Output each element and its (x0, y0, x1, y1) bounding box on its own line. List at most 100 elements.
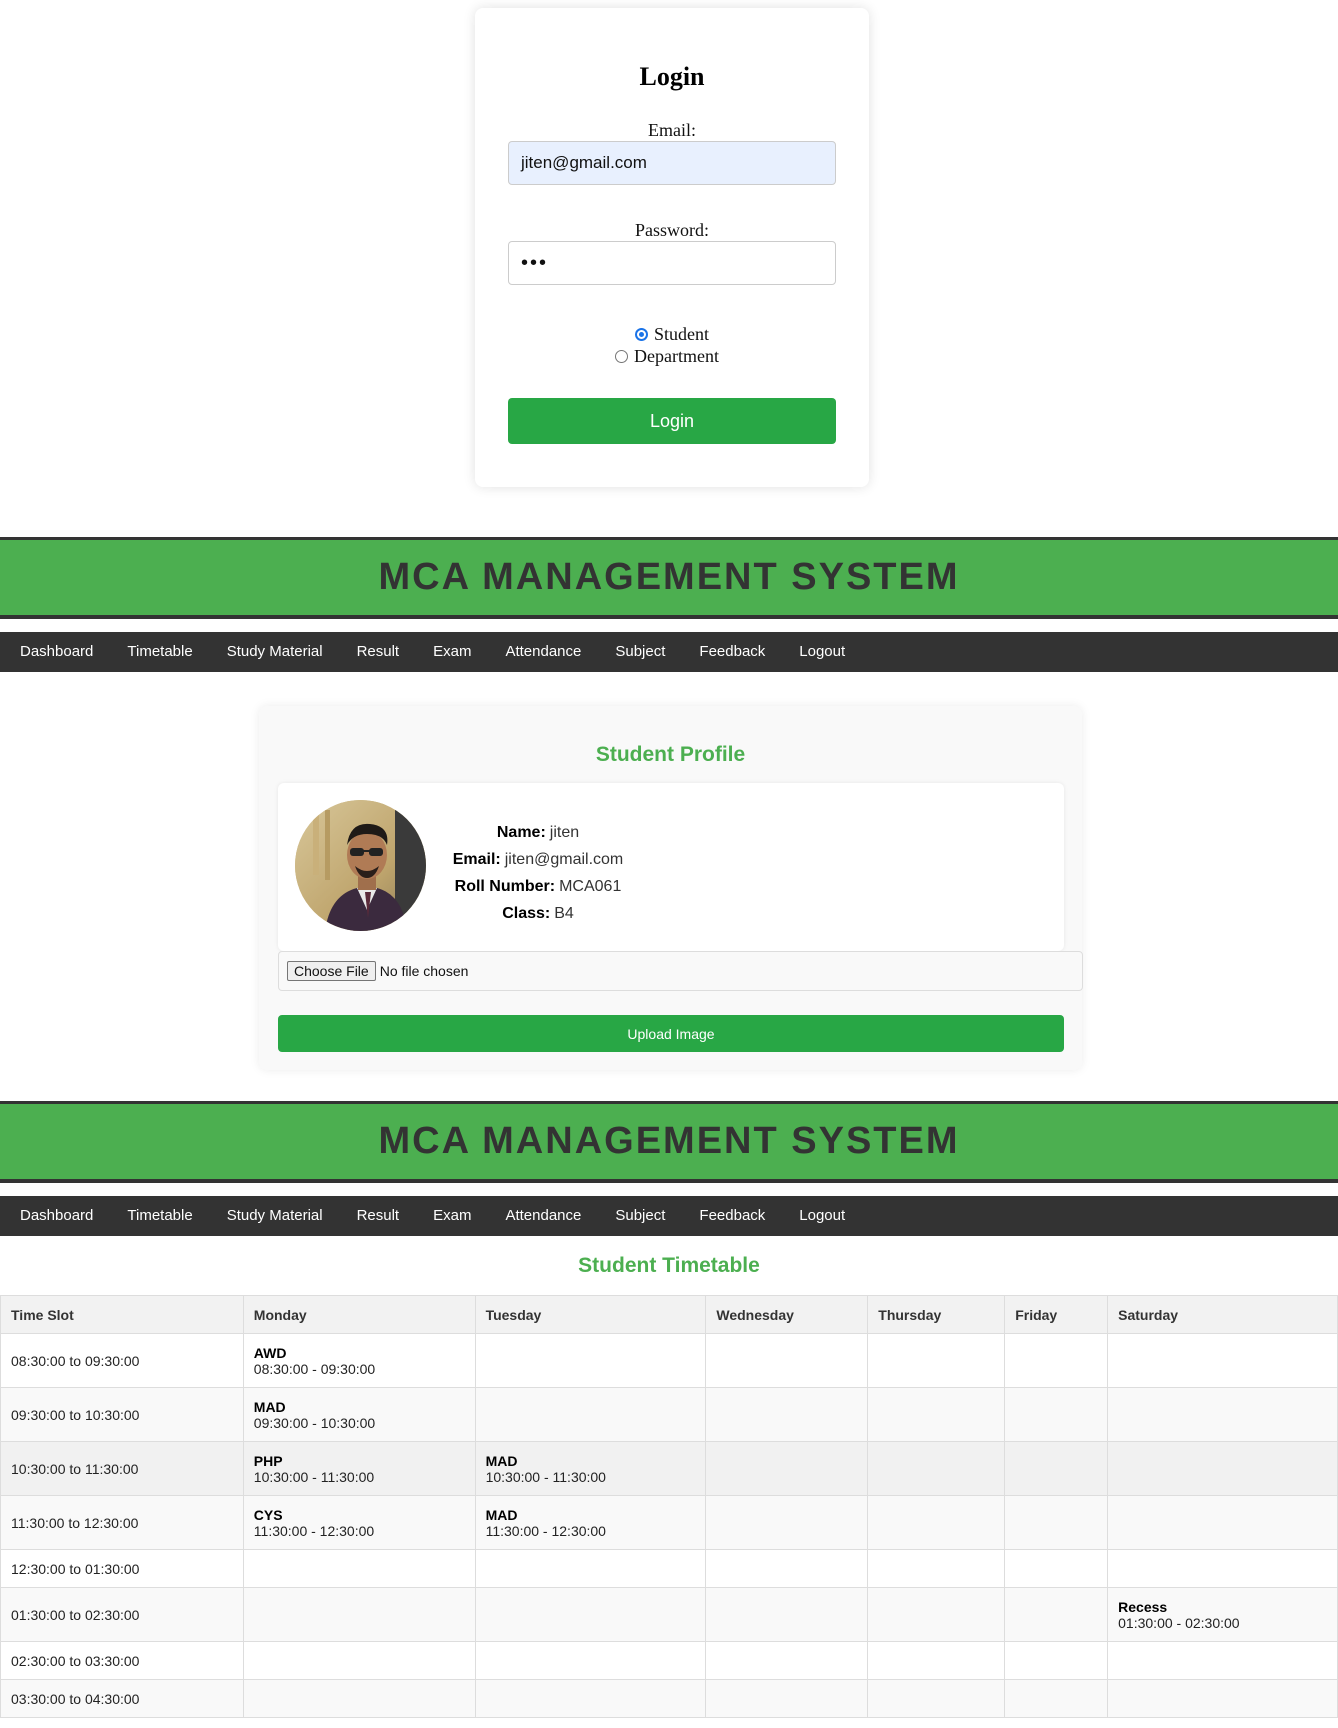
class-label: Class: (502, 905, 551, 922)
upload-image-button[interactable]: Upload Image (278, 1015, 1064, 1052)
nav-attendance[interactable]: Attendance (488, 1196, 598, 1236)
nav-timetable[interactable]: Timetable (110, 632, 209, 672)
time-slot-cell: 03:30:00 to 04:30:00 (0, 1679, 244, 1718)
timetable-cell (867, 1679, 1006, 1718)
timetable-cell (1004, 1441, 1109, 1496)
timetable-cell (242, 1679, 476, 1718)
timetable-cell (867, 1549, 1006, 1588)
timetable: Time Slot Monday Tuesday Wednesday Thurs… (0, 1295, 1338, 1718)
nav-subject[interactable]: Subject (598, 632, 682, 672)
nav-exam[interactable]: Exam (416, 1196, 488, 1236)
column-header: Friday (1004, 1295, 1109, 1334)
timetable-cell: AWD 08:30:00 - 09:30:00 (242, 1333, 476, 1388)
name-value: jiten (549, 824, 580, 841)
subject-name: PHP (253, 1452, 283, 1469)
nav-study-material[interactable]: Study Material (210, 1196, 340, 1236)
nav-timetable[interactable]: Timetable (110, 1196, 209, 1236)
timetable-cell (474, 1333, 707, 1388)
timetable-cell (867, 1387, 1006, 1442)
nav-subject[interactable]: Subject (598, 1196, 682, 1236)
timetable-cell (1004, 1679, 1109, 1718)
file-input[interactable]: Choose File No file chosen (278, 951, 1083, 991)
nav-dashboard[interactable]: Dashboard (3, 632, 110, 672)
timetable-cell: MAD 09:30:00 - 10:30:00 (242, 1387, 476, 1442)
timetable-cell (867, 1333, 1006, 1388)
timetable-cell (1107, 1549, 1338, 1588)
timetable-cell (1004, 1641, 1109, 1680)
timetable-header-row: Time Slot Monday Tuesday Wednesday Thurs… (0, 1295, 1338, 1334)
subject-time: 08:30:00 - 09:30:00 (253, 1360, 376, 1377)
nav-dashboard[interactable]: Dashboard (3, 1196, 110, 1236)
department-radio[interactable] (615, 350, 629, 363)
timetable-cell (1107, 1333, 1338, 1388)
timetable-cell (1107, 1679, 1338, 1718)
role-option-department[interactable]: Department (465, 346, 869, 367)
file-status: No file chosen (379, 963, 469, 979)
profile-card: Student Profile Name: jiten Email: jiten… (259, 706, 1083, 1070)
time-slot-cell: 08:30:00 to 09:30:00 (0, 1333, 244, 1388)
student-radio[interactable] (634, 328, 648, 341)
table-row: 03:30:00 to 04:30:00 (0, 1679, 1338, 1718)
nav-logout[interactable]: Logout (782, 1196, 862, 1236)
roll-label: Roll Number: (454, 878, 556, 895)
timetable-cell (705, 1549, 869, 1588)
timetable-cell: PHP 10:30:00 - 11:30:00 (242, 1441, 476, 1496)
subject-time: 09:30:00 - 10:30:00 (253, 1414, 376, 1431)
subject-time: 01:30:00 - 02:30:00 (1118, 1614, 1240, 1631)
email-field[interactable]: jiten@gmail.com (508, 141, 836, 185)
nav-logout[interactable]: Logout (782, 632, 862, 672)
subject-time: 10:30:00 - 11:30:00 (253, 1468, 375, 1485)
timetable-cell (1107, 1495, 1338, 1550)
nav-study-material[interactable]: Study Material (210, 632, 340, 672)
login-button[interactable]: Login (508, 398, 836, 444)
site-header: MCA MANAGEMENT SYSTEM (0, 537, 1338, 619)
email-label: Email: (648, 120, 696, 140)
timetable-cell (1004, 1587, 1109, 1642)
timetable-cell (867, 1641, 1006, 1680)
timetable-cell (1004, 1549, 1109, 1588)
timetable-cell (474, 1679, 707, 1718)
profile-email-row: Email: jiten@gmail.com (443, 846, 633, 873)
site-title: MCA MANAGEMENT SYSTEM (378, 1120, 960, 1162)
subject-time: 11:30:00 - 12:30:00 (485, 1522, 606, 1539)
department-radio-label: Department (634, 346, 719, 366)
nav-result[interactable]: Result (340, 632, 417, 672)
table-row: 02:30:00 to 03:30:00 (0, 1641, 1338, 1680)
nav-attendance[interactable]: Attendance (488, 632, 598, 672)
column-header: Wednesday (705, 1295, 869, 1334)
profile-name-row: Name: jiten (443, 819, 633, 846)
subject-name: Recess (1118, 1598, 1168, 1615)
timetable-cell (474, 1587, 707, 1642)
password-field[interactable]: ••• (508, 241, 836, 285)
timetable-cell (705, 1679, 869, 1718)
nav-result[interactable]: Result (340, 1196, 417, 1236)
timetable-cell: MAD 10:30:00 - 11:30:00 (474, 1441, 707, 1496)
profile-details: Name: jiten Email: jiten@gmail.com Roll … (443, 819, 633, 927)
timetable-cell (867, 1441, 1006, 1496)
subject-name: CYS (253, 1506, 283, 1523)
navbar: Dashboard Timetable Study Material Resul… (0, 632, 1338, 672)
navbar: Dashboard Timetable Study Material Resul… (0, 1196, 1338, 1236)
timetable-cell: MAD 11:30:00 - 12:30:00 (474, 1495, 707, 1550)
table-row: 11:30:00 to 12:30:00 CYS 11:30:00 - 12:30:… (0, 1495, 1338, 1550)
timetable-cell (1004, 1333, 1109, 1388)
timetable-cell (705, 1587, 869, 1642)
role-option-student[interactable]: Student (475, 324, 869, 345)
time-slot-cell: 02:30:00 to 03:30:00 (0, 1641, 244, 1680)
site-header: MCA MANAGEMENT SYSTEM (0, 1101, 1338, 1183)
timetable-cell (242, 1587, 476, 1642)
profile-title: Student Profile (595, 743, 746, 766)
choose-file-button[interactable]: Choose File (287, 961, 376, 981)
nav-exam[interactable]: Exam (416, 632, 488, 672)
timetable-title: Student Timetable (578, 1254, 760, 1277)
column-header: Saturday (1107, 1295, 1338, 1334)
time-slot-cell: 12:30:00 to 01:30:00 (0, 1549, 244, 1588)
class-value: B4 (554, 905, 574, 922)
nav-feedback[interactable]: Feedback (682, 1196, 782, 1236)
nav-feedback[interactable]: Feedback (682, 632, 782, 672)
timetable-cell (705, 1495, 869, 1550)
table-row: 01:30:00 to 02:30:00 Recess 01:30:00 - 02:… (0, 1587, 1338, 1642)
site-title: MCA MANAGEMENT SYSTEM (378, 556, 960, 598)
timetable-cell (867, 1587, 1006, 1642)
timetable-cell (242, 1641, 476, 1680)
